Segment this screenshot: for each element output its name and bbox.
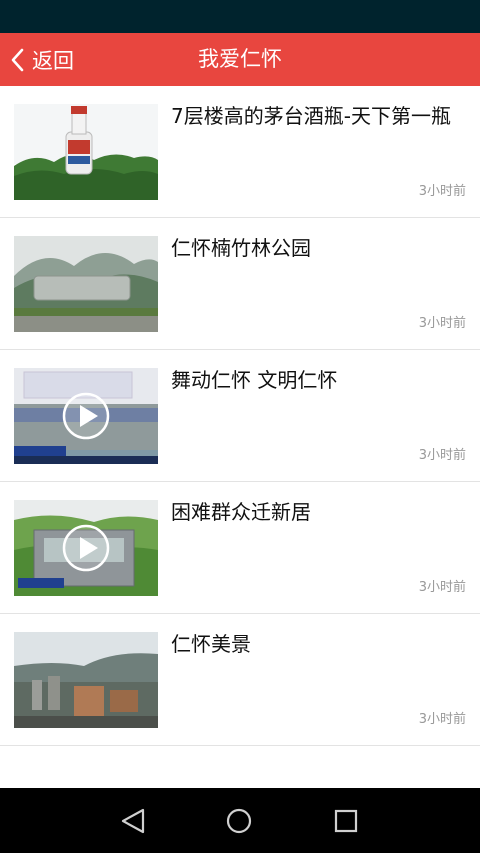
app-header: 返回 我爱仁怀 [0, 33, 480, 86]
news-item[interactable]: 仁怀美景 3小时前 [0, 614, 480, 746]
news-title: 7层楼高的茅台酒瓶-天下第一瓶 [171, 104, 451, 128]
status-bar [0, 0, 480, 33]
back-button[interactable]: 返回 [10, 33, 74, 86]
chevron-left-icon [10, 48, 24, 72]
news-thumbnail [14, 632, 158, 728]
news-item[interactable]: 困难群众迁新居 3小时前 [0, 482, 480, 614]
square-recents-icon[interactable] [329, 804, 363, 838]
news-thumbnail [14, 104, 158, 200]
news-timestamp: 3小时前 [418, 580, 466, 595]
news-item[interactable]: 7层楼高的茅台酒瓶-天下第一瓶 3小时前 [0, 86, 480, 218]
news-title: 困难群众迁新居 [171, 500, 311, 524]
news-timestamp: 3小时前 [418, 184, 466, 199]
circle-home-icon[interactable] [222, 804, 256, 838]
news-timestamp: 3小时前 [418, 316, 466, 331]
news-title: 舞动仁怀 文明仁怀 [171, 368, 338, 392]
news-timestamp: 3小时前 [418, 712, 466, 727]
news-title: 仁怀楠竹林公园 [171, 236, 311, 260]
back-label: 返回 [32, 48, 74, 73]
news-timestamp: 3小时前 [418, 448, 466, 463]
news-title: 仁怀美景 [171, 632, 251, 656]
system-nav-bar [0, 788, 480, 853]
news-item[interactable]: 舞动仁怀 文明仁怀 3小时前 [0, 350, 480, 482]
news-thumbnail [14, 500, 158, 596]
play-icon [62, 392, 110, 440]
news-list: 7层楼高的茅台酒瓶-天下第一瓶 3小时前 仁怀楠竹林公园 3小时前 舞动仁怀 文… [0, 86, 480, 746]
news-item[interactable]: 仁怀楠竹林公园 3小时前 [0, 218, 480, 350]
news-thumbnail [14, 368, 158, 464]
news-thumbnail [14, 236, 158, 332]
triangle-back-icon[interactable] [116, 804, 150, 838]
play-icon [62, 524, 110, 572]
